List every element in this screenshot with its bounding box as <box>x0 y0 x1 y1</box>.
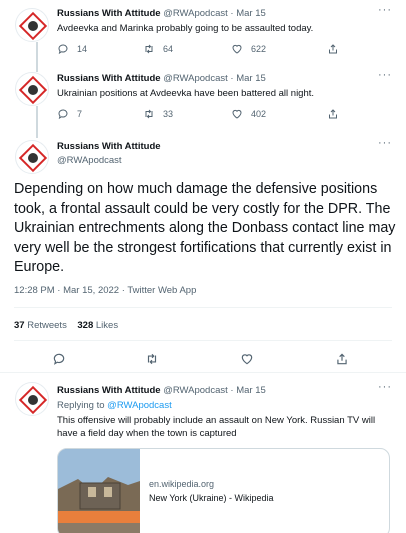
divider <box>14 340 392 341</box>
reply-button[interactable]: 14 <box>57 43 87 55</box>
card-title: New York (Ukraine) - Wikipedia <box>149 493 274 503</box>
town-sign-image <box>58 449 140 533</box>
retweet-icon[interactable] <box>145 352 159 366</box>
tweet-time[interactable]: Mar 15 <box>236 8 266 19</box>
more-options-button[interactable]: ··· <box>378 137 392 149</box>
avatar[interactable] <box>15 72 49 106</box>
replying-to-handle[interactable]: @RWApodcast <box>107 400 172 411</box>
author-name[interactable]: Russians With Attitude <box>57 8 161 19</box>
divider <box>0 372 406 373</box>
author-name[interactable]: Russians With Attitude <box>57 385 161 396</box>
share-button[interactable] <box>327 108 347 120</box>
tweet-time[interactable]: Mar 15 <box>236 385 266 396</box>
tweet-actions: 14 64 622 <box>57 43 357 57</box>
tweet-header: Russians With Attitude @RWApodcast · Mar… <box>57 8 266 19</box>
author-handle[interactable]: @RWApodcast <box>163 73 228 84</box>
like-count: 402 <box>251 109 267 119</box>
tweet[interactable]: Russians With Attitude @RWApodcast · Mar… <box>0 66 406 136</box>
tweet-time[interactable]: Mar 15 <box>236 73 266 84</box>
likes-label: Likes <box>95 320 119 331</box>
avatar-logo-icon <box>18 11 48 41</box>
main-tweet-actions <box>0 349 406 367</box>
separator-dot: · <box>230 385 234 396</box>
retweets-stat[interactable]: 37 Retweets <box>14 320 67 331</box>
tweet-stats: 37 Retweets 328 Likes <box>14 320 118 331</box>
author-handle[interactable]: @RWApodcast <box>57 155 122 166</box>
author-name[interactable]: Russians With Attitude <box>57 73 161 84</box>
tweet-text: Avdeevka and Marinka probably going to b… <box>57 23 314 34</box>
more-options-button[interactable]: ··· <box>378 381 392 393</box>
like-count: 622 <box>251 44 267 54</box>
tweet-text: This offensive will probably include an … <box>57 415 376 439</box>
tweet-header: Russians With Attitude @RWApodcast · Mar… <box>57 385 266 396</box>
like-button[interactable]: 622 <box>231 43 266 55</box>
likes-stat[interactable]: 328 Likes <box>77 320 118 331</box>
reply-count: 7 <box>77 109 83 119</box>
tweet-meta[interactable]: 12:28 PM · Mar 15, 2022 · Twitter Web Ap… <box>14 285 196 296</box>
card-thumbnail <box>58 449 140 533</box>
author-handle[interactable]: @RWApodcast <box>163 8 228 19</box>
reply-icon[interactable] <box>52 352 66 366</box>
retweet-icon <box>145 109 153 119</box>
tweet-header: Russians With Attitude @RWApodcast · Mar… <box>57 73 266 84</box>
avatar[interactable] <box>15 382 49 416</box>
heart-icon[interactable] <box>240 352 254 366</box>
avatar[interactable] <box>15 140 49 174</box>
share-icon <box>329 109 337 119</box>
retweet-button[interactable]: 33 <box>143 108 173 120</box>
likes-count: 328 <box>77 320 94 331</box>
separator-dot: · <box>230 8 234 19</box>
divider <box>14 307 392 308</box>
author-handle[interactable]: @RWApodcast <box>163 385 228 396</box>
card-domain: en.wikipedia.org <box>149 479 215 489</box>
retweet-count: 64 <box>163 44 174 54</box>
retweet-button[interactable]: 64 <box>143 43 173 55</box>
more-options-button[interactable]: ··· <box>378 4 392 16</box>
link-card[interactable]: en.wikipedia.org New York (Ukraine) - Wi… <box>57 448 390 533</box>
more-options-button[interactable]: ··· <box>378 69 392 81</box>
separator-dot: · <box>230 73 234 84</box>
tweet[interactable]: Russians With Attitude @RWApodcast · Mar… <box>0 0 406 70</box>
retweets-count: 37 <box>14 320 25 331</box>
avatar-logo-icon <box>18 143 48 173</box>
share-icon <box>329 44 337 54</box>
reply-button[interactable]: 7 <box>57 108 82 120</box>
retweet-icon <box>145 44 153 54</box>
tweet-actions: 7 33 402 <box>57 108 357 122</box>
tweet-text: Ukrainian positions at Avdeevka have bee… <box>57 88 315 99</box>
replying-to-label: Replying to <box>57 400 105 411</box>
share-button[interactable] <box>327 43 347 55</box>
main-tweet-text: Depending on how much damage the defensi… <box>14 181 396 275</box>
heart-icon <box>232 44 242 54</box>
reply-icon <box>58 109 68 120</box>
replying-to: Replying to @RWApodcast <box>57 400 172 411</box>
retweet-count: 33 <box>163 109 174 119</box>
heart-icon <box>232 109 242 119</box>
reply-icon <box>58 44 68 55</box>
retweets-label: Retweets <box>27 320 67 331</box>
like-button[interactable]: 402 <box>231 108 266 120</box>
author-name[interactable]: Russians With Attitude <box>57 141 161 152</box>
reply-count: 14 <box>77 44 88 54</box>
share-icon[interactable] <box>335 352 349 366</box>
avatar[interactable] <box>15 8 49 42</box>
avatar-logo-icon <box>18 75 48 105</box>
avatar-logo-icon <box>18 385 48 415</box>
